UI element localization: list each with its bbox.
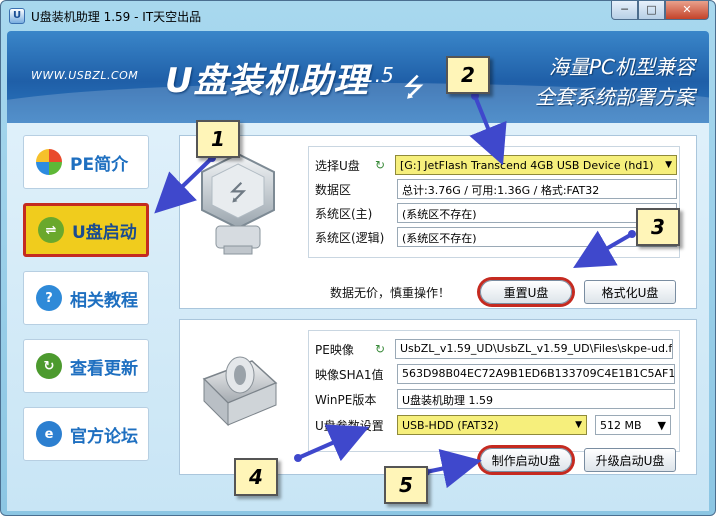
boot-image-panel: PE映像 ↻ UsbZL_v1.59_UD\UsbZL_v1.59_UD\Fil… bbox=[179, 319, 697, 475]
callout-2: 2 bbox=[446, 56, 490, 94]
callout-3: 3 bbox=[636, 208, 680, 246]
usb-param-row: U盘参数设置 USB-HDD (FAT32) ▼ 512 MB ▼ bbox=[315, 415, 671, 435]
minimize-button[interactable]: ─ bbox=[611, 1, 638, 20]
winpe-version-row: WinPE版本 U盘装机助理 1.59 bbox=[315, 389, 675, 409]
data-area-label: 数据区 bbox=[315, 182, 352, 197]
upgrade-boot-usb-button[interactable]: 升级启动U盘 bbox=[584, 448, 676, 472]
nav-usb-boot[interactable]: ⇌ U盘启动 bbox=[23, 203, 149, 257]
windows-logo-icon bbox=[36, 149, 62, 175]
usb-symbol-icon: ⭍ bbox=[403, 73, 425, 103]
nav-label: U盘启动 bbox=[72, 222, 137, 243]
sha1-label: 映像SHA1值 bbox=[315, 367, 384, 382]
nav-forum[interactable]: e 官方论坛 bbox=[23, 407, 149, 461]
refresh-icon[interactable]: ↻ bbox=[375, 342, 389, 356]
slogan-line-1: 海量PC机型兼容 bbox=[548, 55, 695, 79]
select-disk-row: 选择U盘 ↻ [G:] JetFlash Transcend 4GB USB D… bbox=[315, 155, 677, 175]
pe-image-path[interactable]: UsbZL_v1.59_UD\UsbZL_v1.59_UD\Files\skpe… bbox=[395, 339, 673, 359]
app-version: 1.5 bbox=[362, 63, 394, 87]
sys-main-row: 系统区(主) (系统区不存在) bbox=[315, 203, 677, 223]
sha1-row: 映像SHA1值 563D98B04EC72A9B1ED6B133709C4E1B… bbox=[315, 364, 675, 384]
sys-main-value: (系统区不存在) bbox=[397, 203, 677, 223]
chevron-down-icon[interactable]: ▼ bbox=[575, 420, 582, 430]
reset-usb-button[interactable]: 重置U盘 bbox=[480, 280, 572, 304]
site-url: WWW.USBZL.COM bbox=[31, 69, 139, 82]
nav-label: 查看更新 bbox=[70, 358, 138, 379]
usb-flash-drive-icon: ⭍ bbox=[201, 152, 275, 255]
card-reader-icon bbox=[202, 356, 278, 427]
usb-mode-select[interactable]: USB-HDD (FAT32) ▼ bbox=[397, 415, 587, 435]
title-bar[interactable]: U U盘装机助理 1.59 - IT天空出品 ─ □ ✕ bbox=[1, 1, 715, 31]
window-controls: ─ □ ✕ bbox=[611, 1, 709, 20]
svg-text:⭍: ⭍ bbox=[229, 181, 247, 206]
sys-logic-value: (系统区不存在) bbox=[397, 227, 677, 247]
usb-drive-icon: ⇌ bbox=[38, 217, 64, 243]
nav-label: PE简介 bbox=[70, 154, 129, 175]
callout-4: 4 bbox=[234, 458, 278, 496]
slogan-line-2: 全套系统部署方案 bbox=[535, 85, 695, 109]
sys-logic-row: 系统区(逻辑) (系统区不存在) bbox=[315, 227, 677, 247]
partition-size-value: 512 MB bbox=[600, 418, 642, 432]
data-area-value: 总计:3.76G / 可用:1.36G / 格式:FAT32 bbox=[397, 179, 677, 199]
nav-tutorials[interactable]: ? 相关教程 bbox=[23, 271, 149, 325]
nav-label: 相关教程 bbox=[70, 290, 138, 311]
nav-check-update[interactable]: ↻ 查看更新 bbox=[23, 339, 149, 393]
usb-mode-value: USB-HDD (FAT32) bbox=[402, 418, 499, 432]
pe-image-label: PE映像 bbox=[315, 342, 354, 357]
format-usb-button[interactable]: 格式化U盘 bbox=[584, 280, 676, 304]
app-icon: U bbox=[9, 8, 25, 24]
update-icon: ↻ bbox=[36, 353, 62, 379]
question-icon: ? bbox=[36, 285, 62, 311]
select-disk-label: 选择U盘 bbox=[315, 158, 360, 173]
nav-label: 官方论坛 bbox=[70, 426, 138, 447]
usb-disk-panel: ⭍ 选择U盘 ↻ [G:] JetFlash Transcend 4GB USB… bbox=[179, 135, 697, 309]
data-area-row: 数据区 总计:3.76G / 可用:1.36G / 格式:FAT32 bbox=[315, 179, 677, 199]
chevron-down-icon[interactable]: ▼ bbox=[658, 419, 666, 432]
sys-main-label: 系统区(主) bbox=[315, 206, 373, 221]
refresh-icon[interactable]: ↻ bbox=[375, 158, 389, 172]
callout-1: 1 bbox=[196, 120, 240, 158]
app-window: U U盘装机助理 1.59 - IT天空出品 ─ □ ✕ WWW.USBZL.C… bbox=[0, 0, 716, 516]
disk-select-value: [G:] JetFlash Transcend 4GB USB Device (… bbox=[400, 158, 654, 172]
main-content: PE简介 ⇌ U盘启动 ? 相关教程 ↻ 查看更新 e 官方论坛 ⭍ 选择U盘 … bbox=[7, 123, 709, 511]
image-settings-group: PE映像 ↻ UsbZL_v1.59_UD\UsbZL_v1.59_UD\Fil… bbox=[308, 330, 680, 452]
sys-logic-label: 系统区(逻辑) bbox=[315, 230, 385, 245]
close-button[interactable]: ✕ bbox=[665, 1, 709, 20]
forum-icon: e bbox=[36, 421, 62, 447]
header-banner: WWW.USBZL.COM U盘装机助理 1.5 ⭍ 海量PC机型兼容 全套系统… bbox=[7, 31, 709, 123]
make-boot-usb-button[interactable]: 制作启动U盘 bbox=[480, 448, 572, 472]
winpe-version-label: WinPE版本 bbox=[315, 392, 377, 407]
partition-size-select[interactable]: 512 MB ▼ bbox=[595, 415, 671, 435]
disk-select[interactable]: [G:] JetFlash Transcend 4GB USB Device (… bbox=[395, 155, 677, 175]
pe-image-row: PE映像 ↻ UsbZL_v1.59_UD\UsbZL_v1.59_UD\Fil… bbox=[315, 339, 673, 359]
warning-text: 数据无价，慎重操作！ bbox=[330, 286, 451, 300]
disk-info-group: 选择U盘 ↻ [G:] JetFlash Transcend 4GB USB D… bbox=[308, 146, 680, 258]
usb-param-label: U盘参数设置 bbox=[315, 418, 384, 433]
chevron-down-icon[interactable]: ▼ bbox=[665, 160, 672, 170]
maximize-button[interactable]: □ bbox=[638, 1, 665, 20]
app-logo-text: U盘装机助理 bbox=[165, 61, 369, 101]
window-title: U盘装机助理 1.59 - IT天空出品 bbox=[31, 10, 202, 24]
callout-5: 5 bbox=[384, 466, 428, 504]
nav-pe-intro[interactable]: PE简介 bbox=[23, 135, 149, 189]
winpe-version-value: U盘装机助理 1.59 bbox=[397, 389, 675, 409]
sha1-value: 563D98B04EC72A9B1ED6B133709C4E1B1C5AF182 bbox=[397, 364, 675, 384]
